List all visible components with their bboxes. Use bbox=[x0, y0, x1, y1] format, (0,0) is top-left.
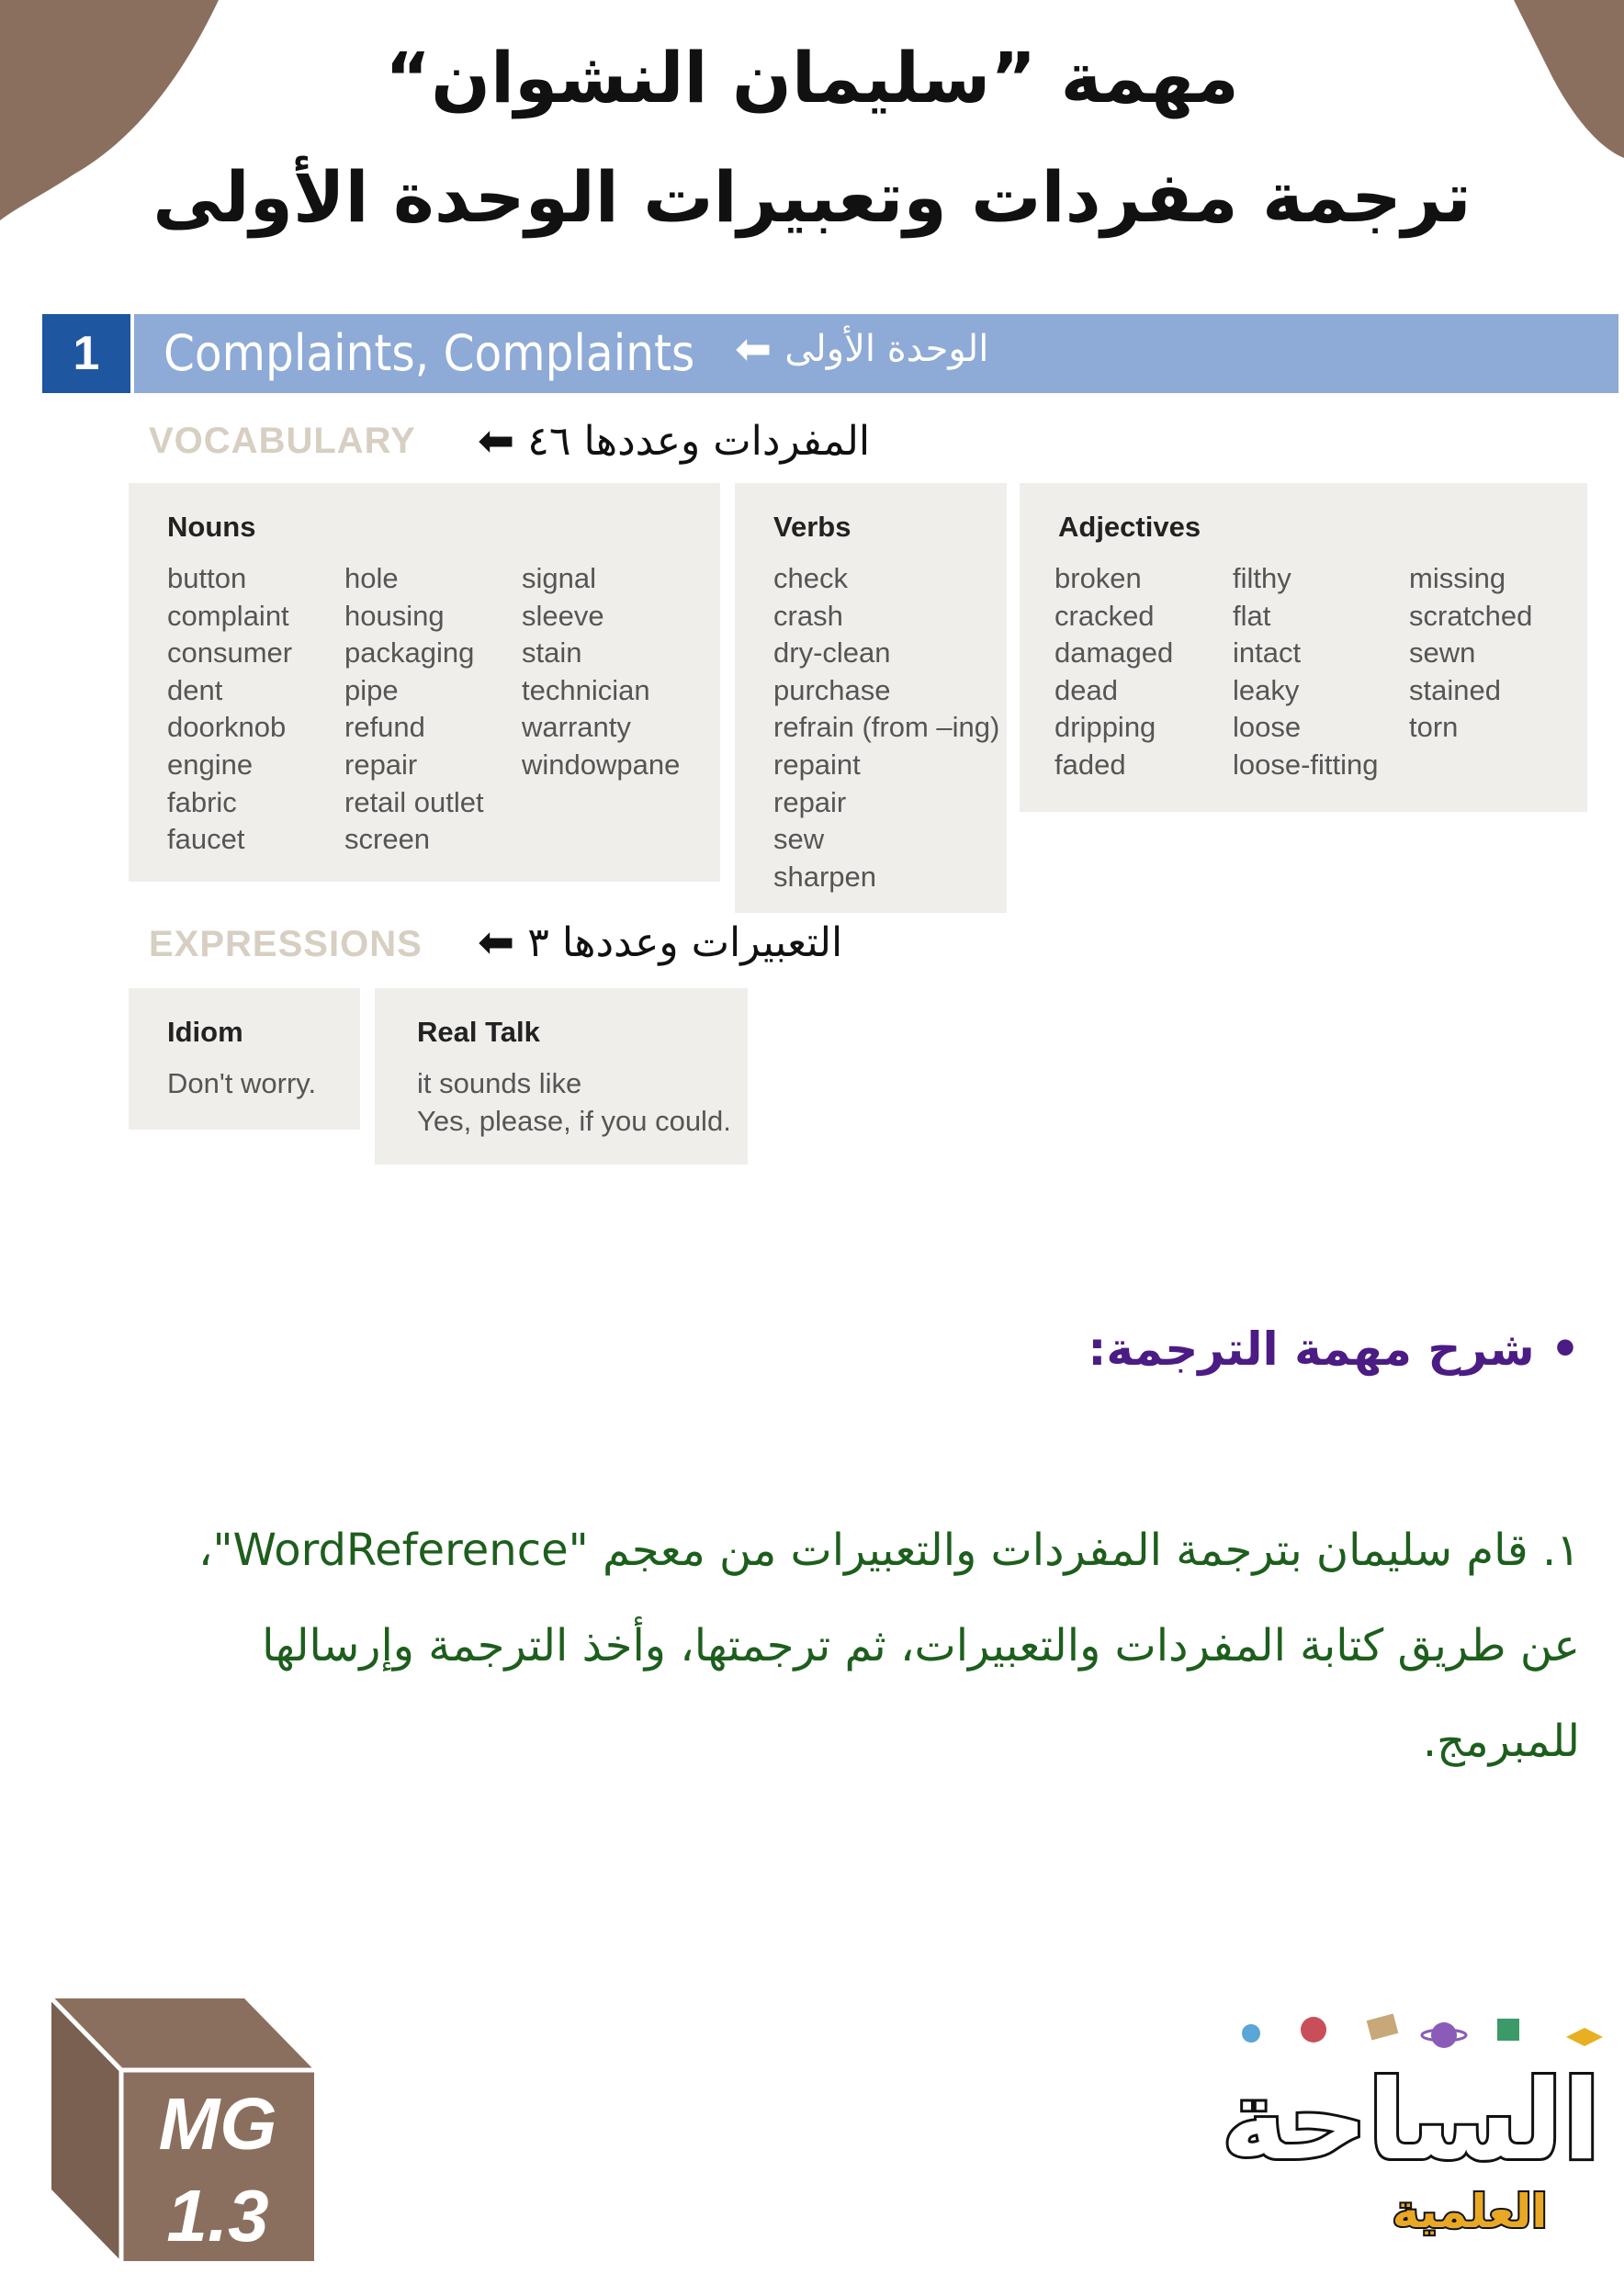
site-logo-main: الساحة bbox=[1222, 2057, 1601, 2185]
noun-item: refund bbox=[344, 711, 425, 744]
explanation-line: ١. قام سليمان بترجمة المفردات والتعبيرات… bbox=[197, 1525, 1580, 1576]
verb-item: check bbox=[773, 562, 848, 594]
unit-note-text: الوحدة الأولى bbox=[784, 328, 989, 370]
adjective-item: leaky bbox=[1233, 673, 1300, 706]
noun-item: complaint bbox=[167, 599, 289, 632]
nouns-column-2: hole housing packaging pipe refund repai… bbox=[344, 560, 484, 859]
idiom-heading: Idiom bbox=[167, 1016, 243, 1048]
noun-item: doorknob bbox=[167, 711, 287, 744]
adjective-item: faded bbox=[1054, 748, 1126, 781]
nouns-box: Nouns button complaint consumer dent doo… bbox=[129, 483, 720, 882]
left-arrow-icon: ⬅ bbox=[478, 415, 515, 467]
verb-item: repair bbox=[773, 785, 847, 818]
expressions-note: التعبيرات وعددها ٣ ⬅ bbox=[478, 917, 842, 968]
noun-item: faucet bbox=[167, 823, 245, 856]
nouns-column-1: button complaint consumer dent doorknob … bbox=[167, 560, 292, 859]
noun-item: technician bbox=[522, 673, 650, 706]
adjective-item: torn bbox=[1409, 711, 1459, 744]
verbs-column: check crash dry-clean purchase refrain (… bbox=[773, 560, 999, 895]
site-logo-sub: العلمية bbox=[1393, 2185, 1548, 2238]
mg-logo-line1: MG bbox=[159, 2083, 277, 2165]
explanation-line: للمبرمج. bbox=[1422, 1716, 1580, 1767]
mg-box-logo: MG 1.3 bbox=[50, 1997, 314, 2261]
adjectives-column-3: missing scratched sewn stained torn bbox=[1409, 560, 1532, 747]
verbs-box: Verbs check crash dry-clean purchase ref… bbox=[735, 483, 1007, 913]
adjectives-column-2: filthy flat intact leaky loose loose-fit… bbox=[1233, 560, 1379, 784]
adjective-item: sewn bbox=[1409, 636, 1476, 670]
noun-item: windowpane bbox=[522, 748, 681, 781]
real-talk-item: Yes, please, if you could. bbox=[417, 1104, 731, 1137]
adjective-item: missing bbox=[1409, 562, 1506, 594]
adjective-item: loose bbox=[1233, 711, 1302, 744]
idiom-list: Don't worry. bbox=[167, 1065, 316, 1103]
verb-item: crash bbox=[773, 599, 843, 632]
nouns-column-3: signal sleeve stain technician warranty … bbox=[522, 560, 680, 784]
real-talk-box: Real Talk it sounds like Yes, please, if… bbox=[375, 988, 748, 1165]
real-talk-list: it sounds like Yes, please, if you could… bbox=[417, 1065, 731, 1140]
unit-note: الوحدة الأولى ⬅ bbox=[735, 323, 988, 375]
verb-item: sew bbox=[773, 823, 825, 856]
explanation-paragraph: ١. قام سليمان بترجمة المفردات والتعبيرات… bbox=[37, 1503, 1580, 1789]
idiom-item: Don't worry. bbox=[167, 1067, 317, 1099]
adjective-item: loose-fitting bbox=[1233, 748, 1379, 781]
noun-item: repair bbox=[344, 748, 418, 781]
adjective-item: cracked bbox=[1054, 599, 1155, 632]
adjective-item: dripping bbox=[1054, 711, 1156, 744]
left-arrow-icon: ⬅ bbox=[478, 917, 515, 968]
noun-item: consumer bbox=[167, 636, 293, 670]
noun-item: warranty bbox=[522, 711, 631, 744]
noun-item: sleeve bbox=[522, 599, 604, 632]
noun-item: dent bbox=[167, 673, 223, 706]
unit-number: 1 bbox=[42, 314, 130, 393]
noun-item: housing bbox=[344, 599, 445, 632]
verb-item: refrain (from –ing) bbox=[773, 711, 1000, 744]
noun-item: fabric bbox=[167, 785, 237, 818]
adjectives-box: Adjectives broken cracked damaged dead d… bbox=[1020, 483, 1587, 812]
noun-item: engine bbox=[167, 748, 254, 781]
verb-item: purchase bbox=[773, 673, 891, 706]
verb-item: dry-clean bbox=[773, 636, 891, 670]
vocabulary-note: المفردات وعددها ٤٦ ⬅ bbox=[478, 415, 870, 467]
adjective-item: filthy bbox=[1233, 562, 1291, 594]
unit-title: Complaints, Complaints bbox=[164, 324, 695, 382]
nouns-heading: Nouns bbox=[167, 511, 256, 543]
adjective-item: damaged bbox=[1054, 636, 1174, 670]
noun-item: signal bbox=[522, 562, 596, 594]
noun-item: retail outlet bbox=[344, 785, 484, 818]
idiom-box: Idiom Don't worry. bbox=[129, 988, 360, 1130]
expressions-note-text: التعبيرات وعددها ٣ bbox=[527, 918, 843, 966]
mg-logo-line2: 1.3 bbox=[166, 2175, 268, 2257]
real-talk-heading: Real Talk bbox=[417, 1016, 540, 1048]
adjective-item: flat bbox=[1233, 599, 1271, 632]
adjective-item: broken bbox=[1054, 562, 1142, 594]
verb-item: sharpen bbox=[773, 860, 877, 893]
real-talk-item: it sounds like bbox=[417, 1067, 582, 1099]
adjectives-column-1: broken cracked damaged dead dripping fad… bbox=[1054, 560, 1173, 784]
expressions-label: EXPRESSIONS bbox=[149, 924, 423, 964]
site-logo: الساحة العلمية bbox=[1219, 2013, 1603, 2240]
noun-item: packaging bbox=[344, 636, 475, 670]
page-title-line1: مهمة ”سليمان النشوان“ bbox=[385, 37, 1239, 118]
left-arrow-icon: ⬅ bbox=[735, 323, 773, 375]
vocabulary-label: VOCABULARY bbox=[149, 421, 416, 461]
noun-item: hole bbox=[344, 562, 399, 594]
noun-item: screen bbox=[344, 823, 431, 856]
adjective-item: intact bbox=[1233, 636, 1302, 670]
verb-item: repaint bbox=[773, 748, 861, 781]
adjective-item: dead bbox=[1054, 673, 1118, 706]
adjective-item: scratched bbox=[1409, 599, 1533, 632]
adjective-item: stained bbox=[1409, 673, 1501, 706]
noun-item: pipe bbox=[344, 673, 399, 706]
explanation-title: • شرح مهمة الترجمة: bbox=[1088, 1322, 1580, 1376]
noun-item: stain bbox=[522, 636, 582, 670]
page-title-line2: ترجمة مفردات وتعبيرات الوحدة الأولى bbox=[152, 156, 1472, 238]
explanation-line: عن طريق كتابة المفردات والتعبيرات، ثم تر… bbox=[262, 1620, 1580, 1671]
noun-item: button bbox=[167, 562, 247, 594]
verbs-heading: Verbs bbox=[773, 511, 851, 543]
adjectives-heading: Adjectives bbox=[1058, 511, 1201, 543]
vocabulary-note-text: المفردات وعددها ٤٦ bbox=[527, 417, 871, 465]
